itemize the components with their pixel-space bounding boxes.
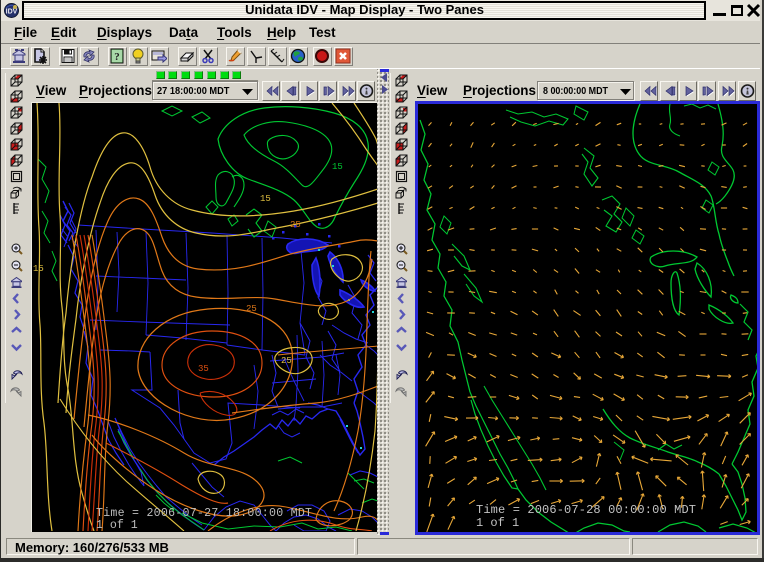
svg-text:35: 35: [198, 364, 209, 374]
svg-text:15: 15: [260, 194, 271, 204]
svg-text:25: 25: [246, 304, 257, 314]
svg-text:1 of 1: 1 of 1: [476, 516, 519, 530]
svg-text:25: 25: [290, 220, 301, 230]
svg-text:15: 15: [332, 162, 343, 172]
svg-text:25: 25: [281, 356, 292, 366]
svg-text:?: ?: [114, 51, 120, 63]
svg-text:IDV: IDV: [6, 9, 18, 16]
svg-text:1 of 1: 1 of 1: [96, 519, 138, 531]
svg-text:15: 15: [33, 264, 44, 274]
svg-text:Time = 2006-07-28 00:00:00 MDT: Time = 2006-07-28 00:00:00 MDT: [476, 503, 696, 517]
